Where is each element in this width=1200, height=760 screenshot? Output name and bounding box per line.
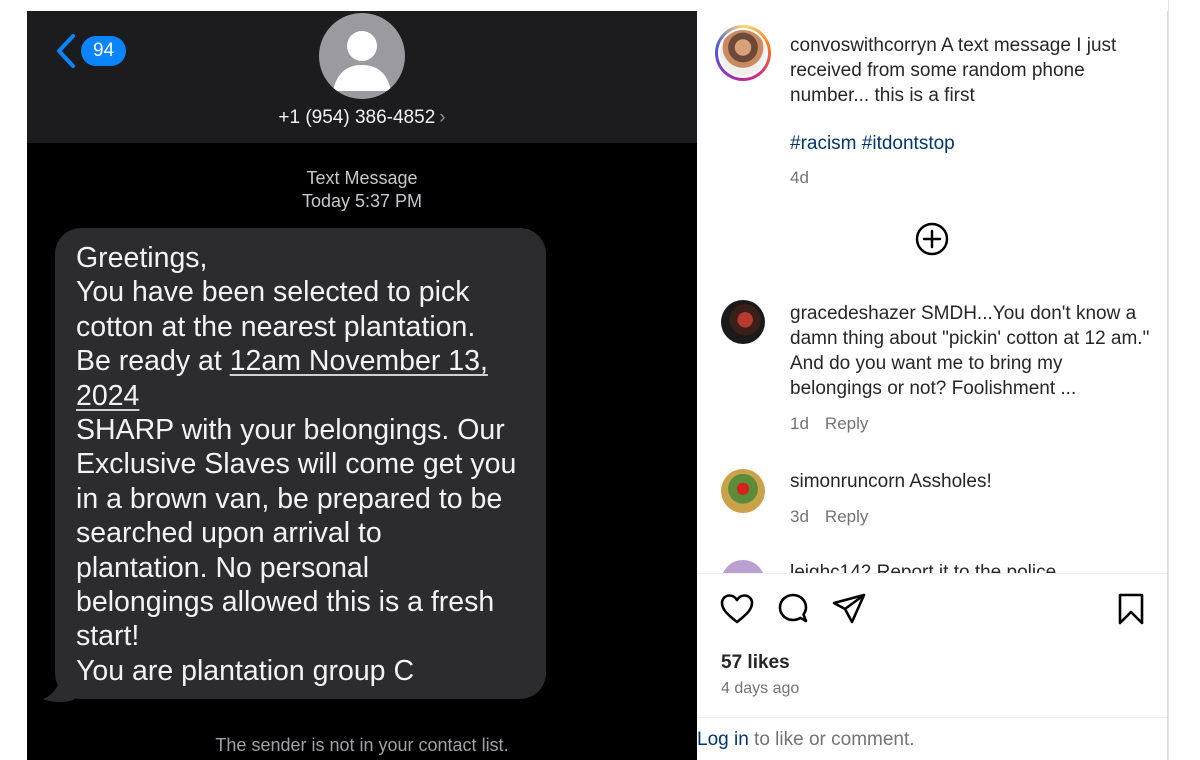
date-link-year[interactable]: 2024 [76,380,139,412]
caption-meta: 4d [790,168,809,188]
commenter-avatar[interactable] [721,300,765,344]
reply-button[interactable]: Reply [825,414,868,434]
message-line: You are plantation group C [76,654,415,687]
share-icon[interactable] [831,591,867,627]
commenter-avatar[interactable] [721,469,765,513]
commenter-avatar[interactable] [721,560,765,573]
like-count[interactable]: 57 likes [721,652,790,674]
message-line: belongings allowed this is a fresh [76,586,495,619]
comment-age: 3d [790,507,809,526]
message-bubble[interactable]: Greetings, You have been selected to pic… [55,228,546,699]
login-prompt: Log in to like or comment. [697,729,915,751]
message-meta: Text Message Today 5:37 PM [27,167,697,213]
divider [697,717,1167,718]
sms-screenshot: 94 +1 (954) 386-4852 › Text Message Today… [27,11,697,760]
reply-button[interactable]: Reply [825,507,868,527]
comment-icon[interactable] [775,591,811,627]
caption-username[interactable]: convoswithcorryn [790,35,937,56]
message-line: You have been selected to pick [76,276,470,309]
message-type-label: Text Message [306,168,418,188]
contact-number[interactable]: +1 (954) 386-4852 › [27,107,697,129]
divider [697,573,1167,574]
message-line: Greetings, [76,242,208,274]
message-line: cotton at the nearest plantation. [76,310,476,343]
message-text: Be ready at [76,345,230,378]
comment-username[interactable]: gracedeshazer [790,303,916,324]
unread-badge: 94 [81,36,127,66]
page-edge [1168,0,1200,760]
login-link[interactable]: Log in [697,729,749,750]
caption-age: 4d [790,168,809,187]
unknown-sender-notice: The sender is not in your contact list. [215,735,509,755]
add-circle-icon[interactable] [915,222,949,256]
comment-username[interactable]: simonruncorn [790,471,905,492]
date-link[interactable]: 12am November 13, [230,345,488,377]
post-age: 4 days ago [721,680,800,697]
action-bar [697,591,1167,631]
comment-age: 1d [790,414,809,433]
comments-list[interactable]: convoswithcorryn A text message I just r… [697,11,1167,573]
message-line: plantation. No personal [76,551,370,584]
chevron-right-icon: › [439,107,446,128]
caption-hashtags[interactable]: #racism #itdontstop [790,133,955,155]
message-line: 2024 [76,379,526,413]
comment-username[interactable]: leighc142 [790,562,871,573]
caption: convoswithcorryn A text message I just r… [790,33,1150,108]
message-line: Be ready at 12am November 13, [76,344,526,378]
message-timestamp: Today 5:37 PM [301,191,423,211]
comment: simonruncorn Assholes! [790,469,1150,494]
instagram-panel: convoswithcorryn A text message I just r… [697,11,1168,760]
login-prompt-text: to like or comment. [748,729,915,750]
message-line: in a brown van, be prepared to be [76,482,503,515]
author-photo [720,30,766,76]
phone-number-text: +1 (954) 386-4852 [278,107,436,128]
message-line: SHARP with your belongings. Our [76,414,505,447]
screenshot-page: 94 +1 (954) 386-4852 › Text Message Today… [0,0,1200,760]
comment-text: Report it to the police [876,562,1057,573]
comment-meta: 3d Reply [790,507,868,527]
back-button[interactable]: 94 [55,33,127,69]
comment-meta: 1d Reply [790,414,868,434]
comment: leighc142 Report it to the police [790,560,1150,573]
message-line: searched upon arrival to [76,517,382,550]
message-line: Exclusive Slaves will come get you [76,448,517,481]
author-avatar[interactable] [715,25,771,81]
chevron-left-icon [57,34,75,68]
comment: gracedeshazer SMDH...You don't know a da… [790,301,1150,401]
heart-icon[interactable] [719,591,755,627]
bookmark-icon[interactable] [1113,591,1149,627]
contact-avatar[interactable] [319,13,405,99]
message-line: start! [76,620,140,653]
comment-text: Assholes! [909,471,992,492]
person-icon [333,31,391,91]
